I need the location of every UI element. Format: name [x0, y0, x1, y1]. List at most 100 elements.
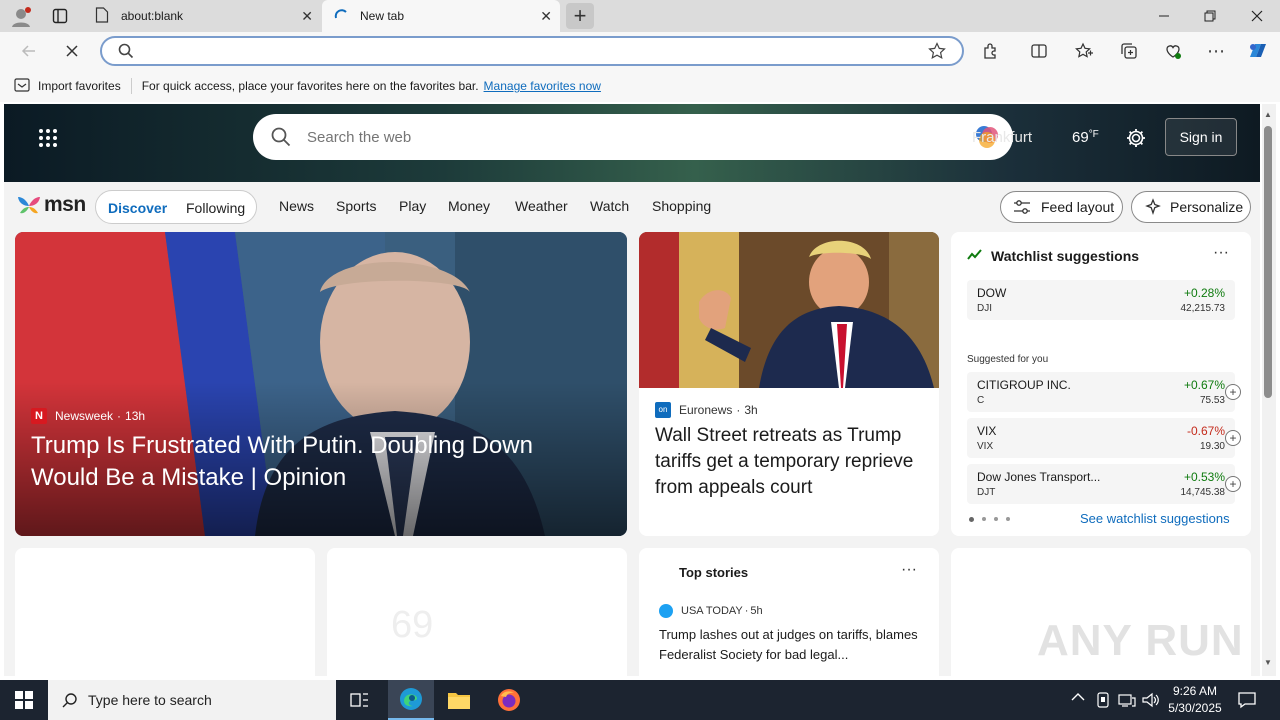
see-watchlist-link[interactable]: See watchlist suggestions	[1080, 511, 1230, 526]
nav-money[interactable]: Money	[448, 198, 490, 214]
sign-in-button[interactable]: Sign in	[1165, 118, 1237, 156]
top-story-headline[interactable]: Trump lashes out at judges on tariffs, b…	[659, 625, 921, 665]
page-scrollbar[interactable]: ▲ ▼	[1262, 104, 1276, 676]
file-explorer-icon[interactable]	[447, 689, 471, 716]
favorite-star-icon[interactable]	[928, 42, 946, 65]
story-card[interactable]: on Euronews · 3h Wall Street retreats as…	[639, 232, 939, 536]
volume-icon[interactable]	[1142, 692, 1160, 713]
featured-story-card[interactable]: N Newsweek · 13h Trump Is Frustrated Wit…	[15, 232, 627, 536]
nav-news[interactable]: News	[279, 198, 314, 214]
manage-favorites-link[interactable]: Manage favorites now	[484, 79, 601, 93]
scroll-up-icon[interactable]: ▲	[1264, 110, 1272, 119]
tab-discover[interactable]: Discover	[108, 200, 167, 216]
stock-change: +0.67%	[1183, 378, 1225, 392]
msn-logo-text: msn	[44, 193, 86, 216]
newsweek-icon: N	[31, 408, 47, 424]
task-view-icon[interactable]	[350, 691, 370, 714]
app-launcher-icon[interactable]	[38, 128, 58, 148]
nav-sports[interactable]: Sports	[336, 198, 376, 214]
scroll-down-icon[interactable]: ▼	[1264, 658, 1272, 667]
restore-icon[interactable]	[1187, 0, 1233, 32]
address-bar[interactable]	[100, 36, 964, 66]
story-age: 5h	[750, 605, 763, 617]
show-hidden-icons[interactable]	[1071, 691, 1085, 705]
favorites-prompt: For quick access, place your favorites h…	[141, 79, 479, 93]
address-input[interactable]	[142, 41, 912, 61]
profile-icon[interactable]	[10, 6, 32, 28]
carousel-dot[interactable]	[969, 517, 974, 522]
stop-loading-icon[interactable]	[61, 40, 83, 62]
notifications-icon[interactable]	[1238, 691, 1256, 714]
loading-card	[15, 548, 315, 676]
tab-actions-icon[interactable]	[52, 8, 68, 24]
carousel-dots[interactable]	[969, 517, 1010, 522]
nav-watch[interactable]: Watch	[590, 198, 629, 214]
stock-name: DOW	[977, 286, 1007, 300]
top-stories-more-button[interactable]: ···	[901, 561, 917, 579]
more-options-icon[interactable]: ⋯	[1205, 40, 1227, 62]
system-tray-icon[interactable]	[1096, 692, 1110, 713]
browser-essentials-icon[interactable]	[1162, 40, 1184, 62]
minimize-icon[interactable]	[1141, 0, 1187, 32]
close-window-icon[interactable]	[1234, 0, 1280, 32]
carousel-dot[interactable]	[994, 517, 998, 521]
close-tab-icon[interactable]: ✕	[301, 8, 313, 25]
import-favorites-button[interactable]: Import favorites	[38, 79, 121, 93]
windows-start-icon[interactable]	[15, 691, 33, 714]
carousel-dot[interactable]	[1006, 517, 1010, 521]
msn-logo[interactable]: msn	[16, 192, 86, 218]
tab-title: New tab	[360, 9, 405, 23]
stock-price: 75.53	[1199, 395, 1225, 406]
location-label[interactable]: Frankfurt	[972, 129, 1032, 146]
web-search-input[interactable]	[307, 126, 947, 148]
story-headline[interactable]: Wall Street retreats as Trump tariffs ge…	[655, 423, 925, 501]
taskbar-search-placeholder: Type here to search	[88, 692, 212, 708]
add-to-watchlist-icon[interactable]: +	[1225, 476, 1241, 492]
firefox-icon[interactable]	[497, 688, 521, 717]
source-name: USA TODAY	[681, 605, 743, 617]
add-to-watchlist-icon[interactable]: +	[1225, 384, 1241, 400]
edge-taskbar-icon[interactable]	[388, 680, 434, 720]
tab-about-blank[interactable]: about:blank ✕	[85, 0, 321, 32]
tab-new-tab[interactable]: New tab ✕	[322, 0, 560, 32]
stock-row[interactable]: CITIGROUP INC. C +0.67% 75.53	[967, 372, 1235, 412]
stock-row[interactable]: VIX VIX -0.67% 19.30	[967, 418, 1235, 458]
web-search-box[interactable]	[253, 114, 1013, 160]
weather-card[interactable]: 69	[327, 548, 627, 676]
watchlist-more-button[interactable]: ···	[1213, 244, 1229, 262]
taskbar-search-box[interactable]: Type here to search	[48, 680, 336, 720]
nav-weather[interactable]: Weather	[515, 198, 568, 214]
temperature-label[interactable]: 69°F	[1072, 129, 1099, 146]
favorites-icon[interactable]	[1073, 40, 1095, 62]
stock-change: +0.28%	[1183, 286, 1225, 300]
nav-shopping[interactable]: Shopping	[652, 198, 711, 214]
collections-icon[interactable]	[1118, 40, 1140, 62]
settings-gear-icon[interactable]	[1125, 127, 1147, 154]
windows-taskbar: Type here to search 9:26 AM 5/30/2025	[0, 680, 1280, 720]
split-screen-icon[interactable]	[1028, 40, 1050, 62]
network-icon[interactable]	[1118, 692, 1136, 713]
story-source: N Newsweek · 13h	[31, 408, 145, 424]
source-name: Euronews	[679, 403, 733, 417]
stock-row[interactable]: Dow Jones Transport... DJT +0.53% 14,745…	[967, 464, 1235, 504]
stock-row-dow[interactable]: DOW DJI +0.28% 42,215.73	[967, 280, 1235, 320]
temperature-unit: °F	[1088, 129, 1099, 140]
add-to-watchlist-icon[interactable]: +	[1225, 430, 1241, 446]
clock[interactable]: 9:26 AM 5/30/2025	[1164, 683, 1226, 717]
back-icon[interactable]	[18, 40, 40, 62]
watchlist-title: Watchlist suggestions	[991, 248, 1140, 264]
nav-play[interactable]: Play	[399, 198, 426, 214]
personalize-button[interactable]: Personalize	[1131, 191, 1251, 223]
tab-following[interactable]: Following	[186, 200, 245, 216]
extensions-icon[interactable]	[980, 40, 1002, 62]
close-tab-icon[interactable]: ✕	[540, 8, 552, 25]
scrollbar-thumb[interactable]	[1264, 126, 1272, 398]
sparkle-icon	[1145, 198, 1161, 216]
new-tab-button[interactable]: +	[566, 3, 594, 29]
import-favorites-icon[interactable]	[14, 77, 30, 95]
copilot-icon[interactable]	[1246, 39, 1270, 63]
usa-today-icon	[659, 604, 673, 618]
feed-layout-button[interactable]: Feed layout	[1000, 191, 1123, 223]
story-headline[interactable]: Trump Is Frustrated With Putin. Doubling…	[31, 430, 591, 494]
carousel-dot[interactable]	[982, 517, 986, 521]
